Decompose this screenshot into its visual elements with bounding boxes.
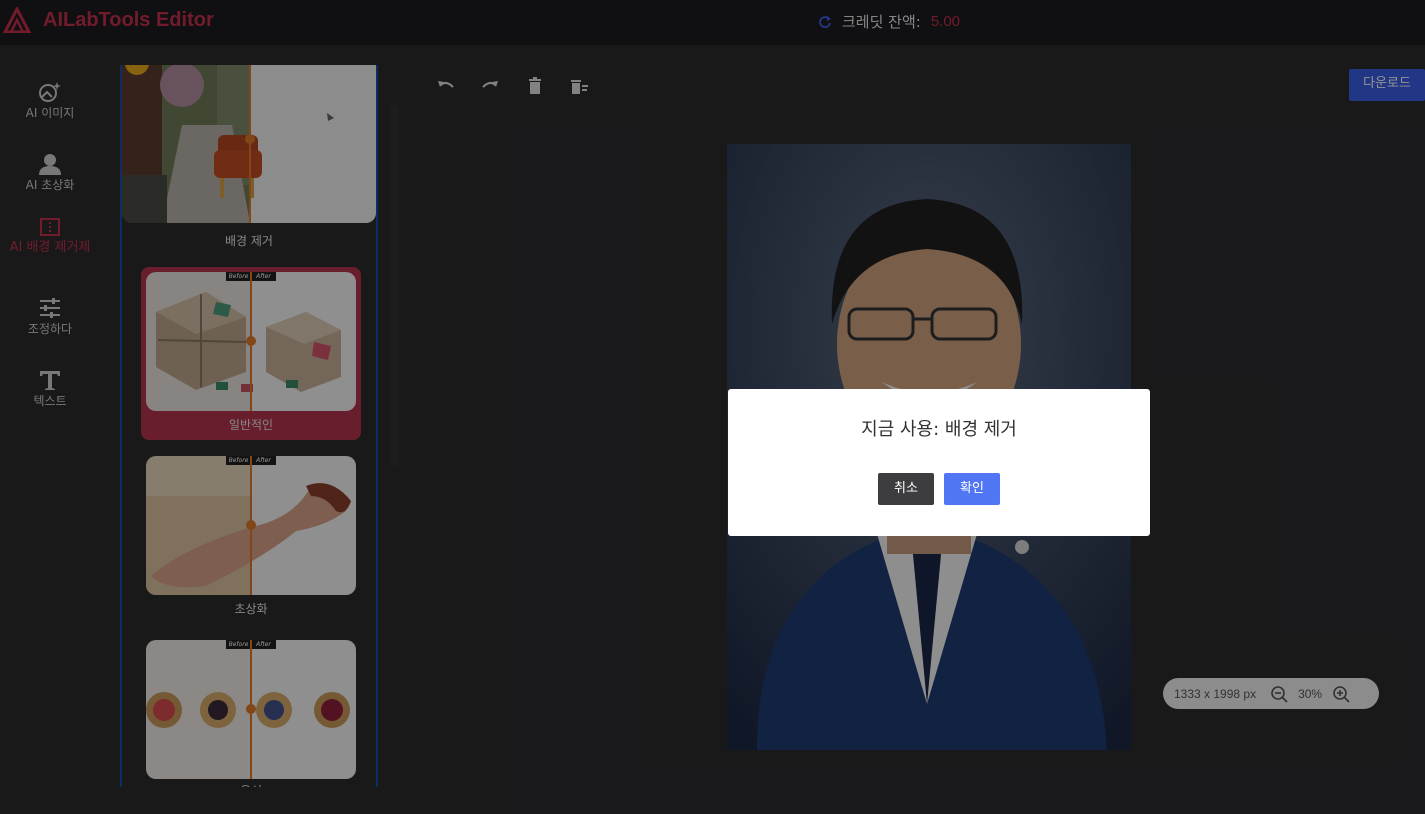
dialog-title: 지금 사용: 배경 제거 bbox=[861, 419, 1017, 440]
editor-app: AILabTools Editor 크레딧 잔액: 5.00 AI 이미지 AI… bbox=[0, 0, 1425, 814]
confirm-button[interactable]: 확인 bbox=[944, 473, 1000, 505]
modal-overlay[interactable] bbox=[0, 0, 1425, 814]
cancel-button[interactable]: 취소 bbox=[878, 473, 934, 505]
confirm-dialog: 지금 사용: 배경 제거 취소 확인 bbox=[728, 389, 1150, 536]
